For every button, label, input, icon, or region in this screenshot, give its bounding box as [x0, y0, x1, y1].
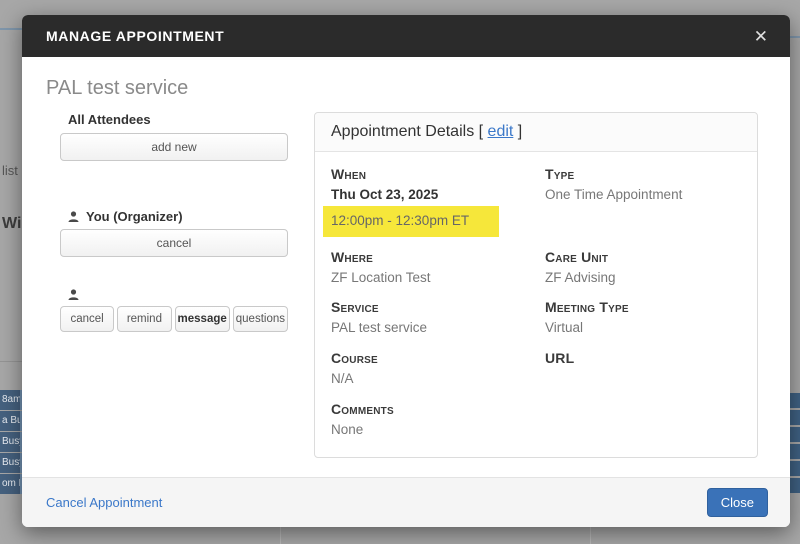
calendar-busy-slot — [789, 444, 800, 459]
field-label: When — [331, 166, 367, 182]
modal-title: MANAGE APPOINTMENT — [46, 28, 225, 44]
calendar-busy-slot — [789, 478, 800, 493]
details-heading: Appointment Details — [331, 123, 475, 140]
background-divider-line — [0, 361, 22, 362]
field-when-time-highlighted: 12:00pm - 12:30pm ET — [323, 206, 500, 237]
field-label: Meeting Type — [545, 299, 629, 316]
field-value: One Time Appointment — [545, 187, 683, 202]
field-label: Service — [331, 299, 379, 316]
manage-appointment-modal: MANAGE APPOINTMENT ✕ PAL test service Al… — [22, 15, 790, 527]
background-divider-line — [0, 28, 22, 30]
field-value: ZF Advising — [545, 269, 616, 285]
field-value: PAL test service — [331, 320, 428, 336]
page-title: PAL test service — [46, 77, 189, 99]
calendar-busy-slot: Busy — [0, 453, 22, 473]
add-new-attendee-button[interactable]: add new — [60, 133, 288, 161]
organizer-name: You (Organizer) — [86, 209, 183, 224]
field-meeting-type: Meeting Type Virtual — [545, 299, 741, 338]
calendar-busy-slot — [789, 410, 800, 425]
attendee-remind-button[interactable]: remind — [117, 306, 172, 332]
person-icon — [68, 210, 79, 222]
calendar-busy-slot: a Bus — [0, 411, 22, 431]
modal-body: PAL test service All Attendees add new Y… — [22, 57, 790, 477]
field-when-date: Thu Oct 23, 2025 — [331, 187, 439, 202]
field-value: ZF Location Test — [331, 269, 431, 285]
field-type: Type One Time Appointment — [545, 166, 741, 237]
background-cut-text: list — [2, 163, 18, 178]
close-button[interactable]: Close — [706, 488, 768, 517]
calendar-busy-slot: Busy — [0, 432, 22, 452]
attendee-questions-button[interactable]: questions — [232, 306, 288, 332]
bracket: [ — [478, 123, 484, 140]
appointment-details-panel: Appointment Details [ edit ] When Thu Oc… — [314, 112, 758, 459]
field-service: Service PAL test service — [331, 299, 527, 338]
field-comments: Comments None — [331, 401, 527, 440]
field-label: Type — [545, 166, 575, 182]
close-icon[interactable]: ✕ — [748, 24, 774, 49]
field-course: Course N/A — [331, 350, 527, 389]
field-when: When Thu Oct 23, 2025 12:00pm - 12:30pm … — [323, 166, 527, 237]
details-grid: When Thu Oct 23, 2025 12:00pm - 12:30pm … — [315, 152, 757, 457]
calendar-busy-slot — [789, 427, 800, 442]
calendar-busy-slot: om B — [0, 474, 22, 494]
calendar-busy-slot — [789, 393, 800, 408]
field-url: URL — [545, 350, 741, 389]
field-label: Course — [331, 349, 378, 366]
edit-link[interactable]: edit — [488, 123, 514, 140]
field-value: Virtual — [545, 320, 584, 336]
person-icon — [68, 289, 79, 300]
attendees-panel: All Attendees add new You (Organizer) ca… — [60, 112, 288, 332]
field-where: Where ZF Location Test — [331, 249, 527, 288]
calendar-busy-slot: 8am — [0, 390, 22, 410]
appointment-details-header: Appointment Details [ edit ] — [315, 113, 757, 152]
background-cut-text: Wi — [2, 215, 22, 232]
calendar-busy-stack-right — [789, 393, 800, 495]
field-label: Care Unit — [545, 248, 609, 265]
modal-header: MANAGE APPOINTMENT ✕ — [22, 15, 790, 57]
bracket: ] — [517, 123, 523, 140]
field-label: URL — [545, 349, 575, 366]
field-value: N/A — [331, 370, 354, 386]
calendar-busy-stack-left: 8am a Bus Busy Busy om B — [0, 390, 22, 495]
calendar-busy-slot — [789, 461, 800, 476]
attendees-heading: All Attendees — [68, 112, 151, 127]
field-label: Where — [331, 248, 373, 265]
organizer-cancel-button[interactable]: cancel — [60, 229, 288, 257]
field-care-unit: Care Unit ZF Advising — [545, 249, 741, 288]
background-column-divider — [590, 527, 591, 544]
cancel-appointment-link[interactable]: Cancel Appointment — [46, 495, 162, 510]
attendee-message-button[interactable]: message — [174, 306, 230, 332]
modal-footer: Cancel Appointment Close — [22, 477, 790, 527]
background-column-divider — [280, 527, 281, 544]
field-value: None — [331, 421, 364, 437]
field-label: Comments — [331, 400, 394, 417]
attendee-cancel-button[interactable]: cancel — [60, 306, 115, 332]
attendee-actions: cancel remind message questions — [60, 306, 288, 332]
